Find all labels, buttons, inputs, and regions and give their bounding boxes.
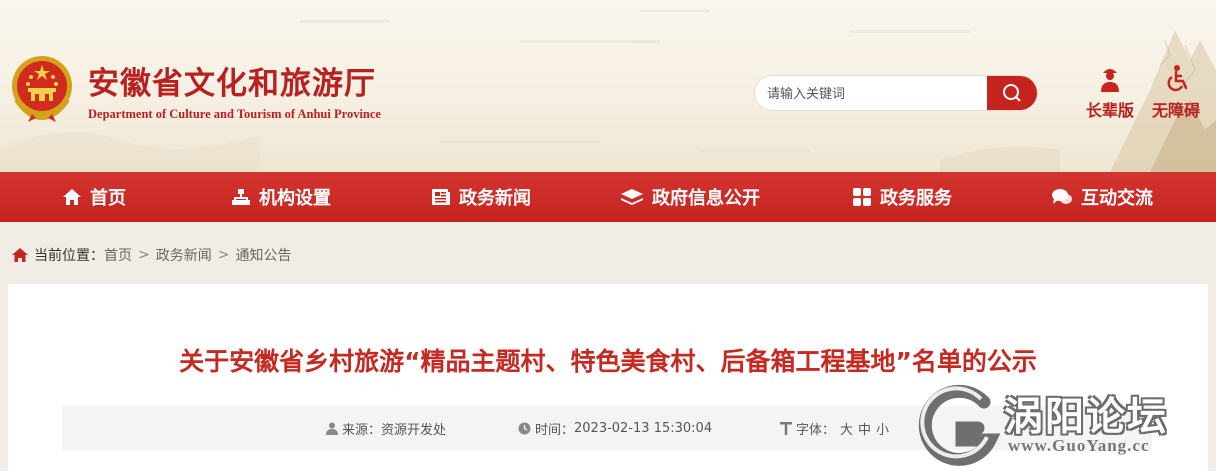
source-label: 来源： [342, 422, 382, 438]
font-size-large[interactable]: 大 [840, 419, 853, 438]
time-label: 时间： [535, 422, 575, 438]
accessibility-button[interactable]: 无障碍 [1152, 64, 1200, 121]
site-header: 安徽省文化和旅游厅 Department of Culture and Tour… [0, 0, 1216, 172]
breadcrumb: 当前位置： 首页 > 政务新闻 > 通知公告 [12, 243, 291, 267]
news-icon [432, 189, 450, 205]
wheelchair-icon [1167, 65, 1188, 92]
nav-item-interaction[interactable]: 互动交流 [1051, 172, 1153, 222]
nav-label: 首页 [90, 188, 126, 209]
user-icon [326, 422, 338, 435]
breadcrumb-separator: > [138, 247, 150, 263]
grid-icon [853, 188, 871, 206]
font-size-medium[interactable]: 中 [858, 419, 871, 438]
search-input[interactable] [767, 83, 977, 103]
site-title: 安徽省文化和旅游厅 [88, 66, 376, 102]
accessibility-label: 无障碍 [1152, 101, 1201, 120]
article-source: 来源： 资源开发处 [326, 406, 446, 450]
nav-label: 政务服务 [880, 188, 952, 209]
nav-item-services[interactable]: 政务服务 [852, 172, 952, 222]
elder-person-icon [1101, 69, 1119, 92]
nav-item-home[interactable]: 首页 [62, 172, 126, 222]
breadcrumb-prefix: 当前位置： [34, 248, 104, 264]
watermark: 涡阳论坛 www.GuoYang.cc [918, 380, 1216, 471]
nav-item-info-disclosure[interactable]: 政府信息公开 [620, 172, 760, 222]
org-chart-icon [232, 189, 250, 205]
search-icon [1003, 84, 1021, 102]
elder-mode-label: 长辈版 [1086, 101, 1135, 120]
watermark-url: www.GuoYang.cc [1008, 436, 1150, 455]
national-emblem-logo [12, 56, 72, 122]
font-size-small[interactable]: 小 [876, 419, 889, 438]
elder-mode-button[interactable]: 长辈版 [1086, 64, 1134, 121]
main-nav: 首页 机构设置 政务新闻 政府信息公开 政务服务 互动交流 [0, 172, 1216, 222]
layers-icon [621, 189, 643, 205]
breadcrumb-separator: > [217, 247, 230, 263]
home-icon [63, 189, 81, 205]
search-button[interactable] [987, 76, 1037, 110]
text-size-icon [780, 421, 792, 435]
nav-label: 机构设置 [259, 188, 331, 209]
font-size-switcher: 字体： 大 中 小 [780, 406, 889, 450]
nav-label: 互动交流 [1081, 188, 1153, 209]
article-title: 关于安徽省乡村旅游“精品主题村、特色美食村、后备箱工程基地”名单的公示 [179, 347, 1037, 376]
site-subtitle: Department of Culture and Tourism of Anh… [88, 107, 381, 121]
font-size-label: 字体： [796, 422, 836, 438]
search-box [755, 76, 1037, 110]
nav-label: 政务新闻 [459, 188, 531, 209]
time-value: 2023-02-13 15:30:04 [574, 420, 713, 436]
watermark-logo-icon [918, 384, 1001, 466]
home-icon [12, 247, 28, 262]
breadcrumb-item-notices[interactable]: 通知公告 [235, 245, 291, 265]
source-value: 资源开发处 [381, 422, 447, 438]
chat-icon [1052, 189, 1072, 204]
nav-item-news[interactable]: 政务新闻 [431, 172, 531, 222]
clock-icon [518, 422, 531, 434]
nav-item-organization[interactable]: 机构设置 [231, 172, 331, 222]
watermark-text: 涡阳论坛 [1004, 395, 1169, 440]
breadcrumb-item-home[interactable]: 首页 [104, 245, 132, 265]
article-time: 时间： 2023-02-13 15:30:04 [518, 406, 712, 450]
breadcrumb-item-news[interactable]: 政务新闻 [156, 245, 212, 265]
nav-label: 政府信息公开 [652, 188, 760, 209]
